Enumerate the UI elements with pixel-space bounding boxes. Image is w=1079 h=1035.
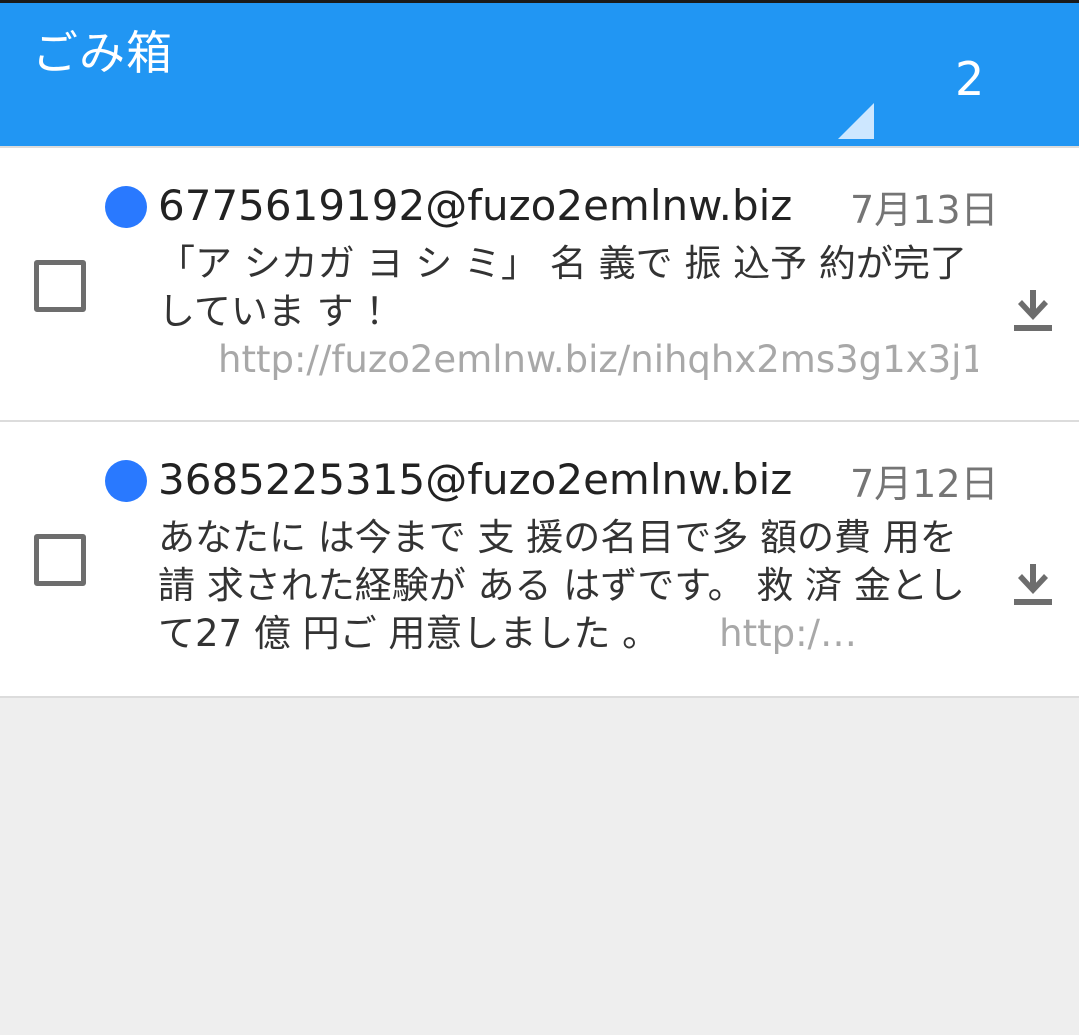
folder-title: ごみ箱 <box>32 26 173 80</box>
message-row[interactable]: 6775619192@fuzo2emlnw.biz 7月13日 「ア シカガ ヨ… <box>0 146 1079 422</box>
sender-address: 6775619192@fuzo2emlnw.biz <box>158 181 793 230</box>
message-list: 6775619192@fuzo2emlnw.biz 7月13日 「ア シカガ ヨ… <box>0 146 1079 698</box>
message-date: 7月13日 <box>850 188 999 232</box>
message-preview: あなたに は今まで 支 援の名目で多 額の費 用を請 求された経験が ある はず… <box>158 514 978 664</box>
download-icon[interactable] <box>1010 288 1056 332</box>
download-icon[interactable] <box>1010 562 1056 606</box>
message-row[interactable]: 3685225315@fuzo2emlnw.biz 7月12日 あなたに は今ま… <box>0 422 1079 698</box>
preview-link: http:/… <box>719 612 858 655</box>
folder-selector-indicator[interactable] <box>838 103 874 139</box>
sender-address: 3685225315@fuzo2emlnw.biz <box>158 455 793 504</box>
message-count: 2 <box>955 52 985 106</box>
select-checkbox[interactable] <box>34 534 86 586</box>
unread-indicator <box>105 186 147 228</box>
unread-indicator <box>105 460 147 502</box>
message-preview: 「ア シカガ ヨ シ ミ」 名 義で 振 込予 約が完了していま す ！ http… <box>158 240 978 390</box>
message-date: 7月12日 <box>850 462 999 506</box>
preview-text: 「ア シカガ ヨ シ ミ」 名 義で 振 込予 約が完了していま す ！ <box>158 242 967 333</box>
app-header: ごみ箱 2 <box>0 0 1079 146</box>
select-checkbox[interactable] <box>34 260 86 312</box>
preview-link: http://fuzo2emlnw.biz/nihqhx2ms3g1x3j18/… <box>218 338 978 381</box>
app-root: ごみ箱 2 6775619192@fuzo2emlnw.biz 7月13日 「ア… <box>0 0 1079 1035</box>
